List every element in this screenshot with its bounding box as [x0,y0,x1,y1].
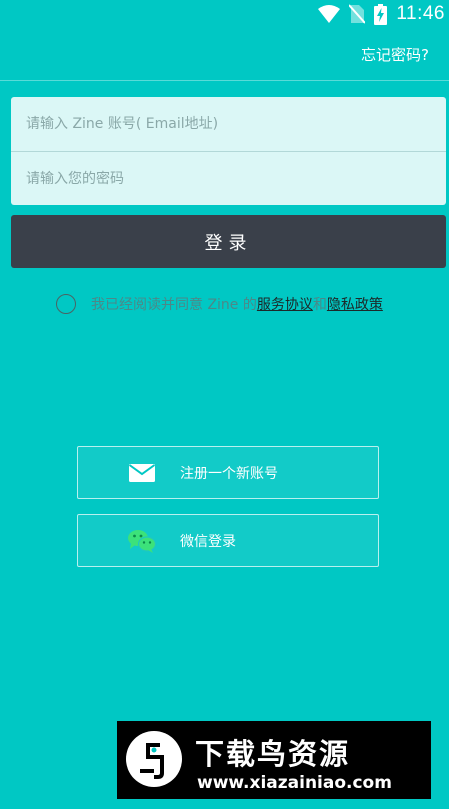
wechat-icon [128,530,157,553]
wechat-login-label: 微信登录 [180,534,236,550]
login-button[interactable]: 登录 [11,215,446,268]
terms-link[interactable]: 服务协议 [257,294,313,314]
agree-checkbox[interactable] [56,294,76,314]
register-button[interactable]: 注册一个新账号 [77,446,379,499]
status-time: 11:46 [396,3,445,24]
register-label: 注册一个新账号 [180,466,278,482]
wifi-icon [318,5,341,23]
watermark-banner: 下载鸟资源 www.xiazainiao.com [117,721,431,799]
status-icons: 11:46 [318,2,445,26]
watermark-url: www.xiazainiao.com [197,773,392,793]
battery-charging-icon [374,3,388,25]
mail-icon [128,464,156,482]
login-form [11,97,446,206]
bird-logo-icon [126,731,182,787]
forgot-password-link[interactable]: 忘记密码? [361,44,429,65]
privacy-link[interactable]: 隐私政策 [327,294,383,314]
watermark-title: 下载鸟资源 [195,737,351,771]
agreement-conjunction: 和 [312,297,327,313]
status-bar: 11:46 [0,0,449,28]
agreement-row: 我已经阅读并同意 Zine 的 服务协议 和 隐私政策 [56,292,383,316]
no-sim-icon [349,4,366,24]
password-input[interactable] [11,152,446,206]
account-input[interactable] [11,97,446,151]
agreement-text: 我已经阅读并同意 Zine 的 [91,297,257,313]
top-bar: 忘记密码? [0,28,449,81]
wechat-login-button[interactable]: 微信登录 [77,514,379,567]
